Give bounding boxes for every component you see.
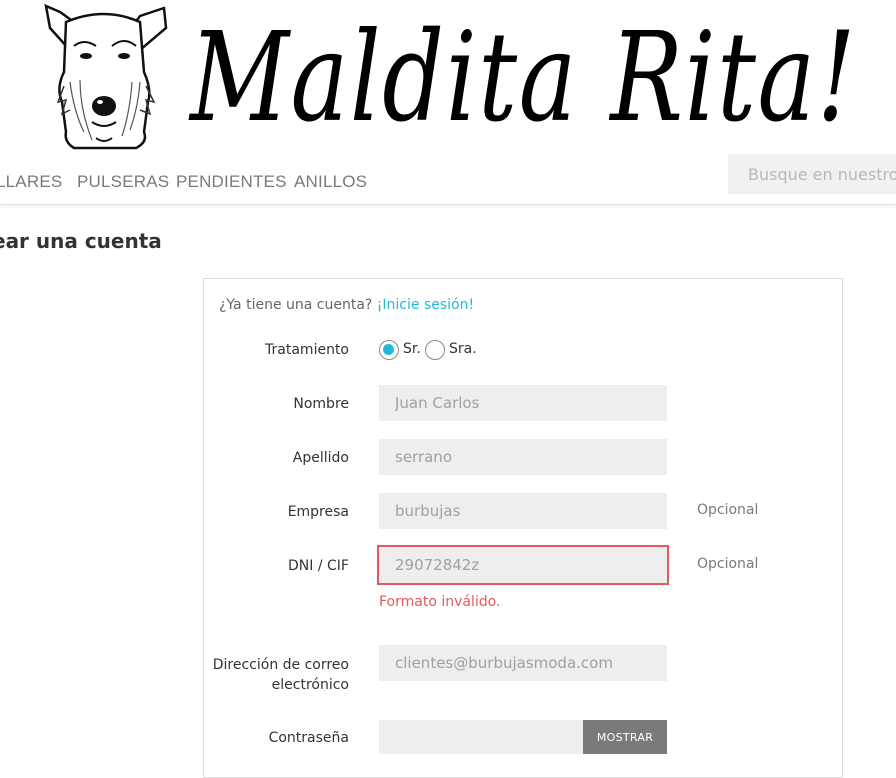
- email-label: Dirección de correo electrónico: [212, 657, 349, 693]
- last-name-label: Apellido: [292, 450, 349, 466]
- company-label: Empresa: [287, 504, 349, 520]
- first-name-label: Nombre: [293, 396, 349, 412]
- page-title: ear una cuenta: [0, 229, 162, 253]
- company-optional-label: Opcional: [697, 502, 759, 518]
- top-navigation: LLARES PULSERAS PENDIENTES ANILLOS: [0, 154, 896, 205]
- password-field[interactable]: [379, 720, 583, 754]
- radio-sra-label[interactable]: Sra.: [449, 341, 477, 357]
- radio-sr[interactable]: [379, 340, 399, 360]
- dni-label: DNI / CIF: [288, 558, 349, 574]
- nav-item-anillos[interactable]: ANILLOS: [294, 172, 367, 192]
- radio-sra[interactable]: [425, 340, 445, 360]
- password-label: Contraseña: [268, 730, 349, 746]
- login-prompt-text: ¿Ya tiene una cuenta?: [219, 297, 373, 313]
- show-password-button[interactable]: MOSTRAR: [583, 720, 667, 754]
- first-name-field[interactable]: [379, 385, 667, 421]
- nav-item-collares[interactable]: LLARES: [0, 172, 62, 192]
- nav-item-pendientes[interactable]: PENDIENTES: [176, 172, 287, 192]
- password-group: MOSTRAR: [379, 720, 667, 754]
- search-input[interactable]: [728, 154, 896, 194]
- logo-dog-icon[interactable]: [40, 2, 170, 150]
- company-field[interactable]: [379, 493, 667, 529]
- dni-optional-label: Opcional: [697, 556, 759, 572]
- login-link[interactable]: ¡Inicie sesión!: [377, 297, 474, 313]
- login-prompt: ¿Ya tiene una cuenta? ¡Inicie sesión!: [219, 297, 474, 313]
- radio-sr-label[interactable]: Sr.: [403, 341, 421, 357]
- dni-error-message: Formato inválido.: [379, 594, 501, 610]
- last-name-field[interactable]: [379, 439, 667, 475]
- email-field[interactable]: [379, 645, 667, 681]
- nav-item-pulseras[interactable]: PULSERAS: [77, 172, 169, 192]
- dni-field[interactable]: [377, 545, 669, 585]
- brand-logo-text[interactable]: Maldita Rita!: [190, 8, 857, 148]
- title-label: Tratamiento: [265, 342, 349, 358]
